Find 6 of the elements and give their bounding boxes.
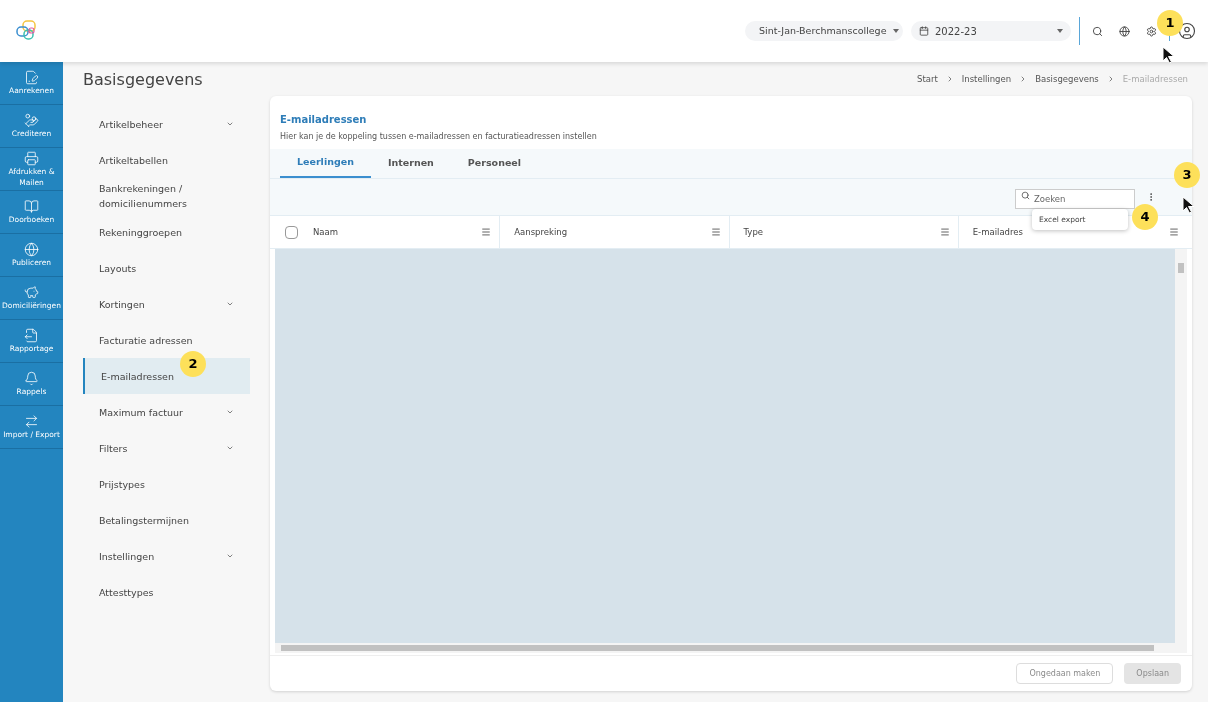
callout-badge: 4 <box>1132 204 1158 230</box>
card-description: Hier kan je de koppeling tussen e-mailadressen en facturatieadressen instellen <box>280 131 598 143</box>
page-title: Basisgegevens <box>83 69 204 91</box>
breadcrumb-item: E-mailadressen <box>1122 72 1188 86</box>
card-title: E-mailadressen <box>280 113 368 127</box>
callout-badge: 3 <box>1174 162 1200 188</box>
